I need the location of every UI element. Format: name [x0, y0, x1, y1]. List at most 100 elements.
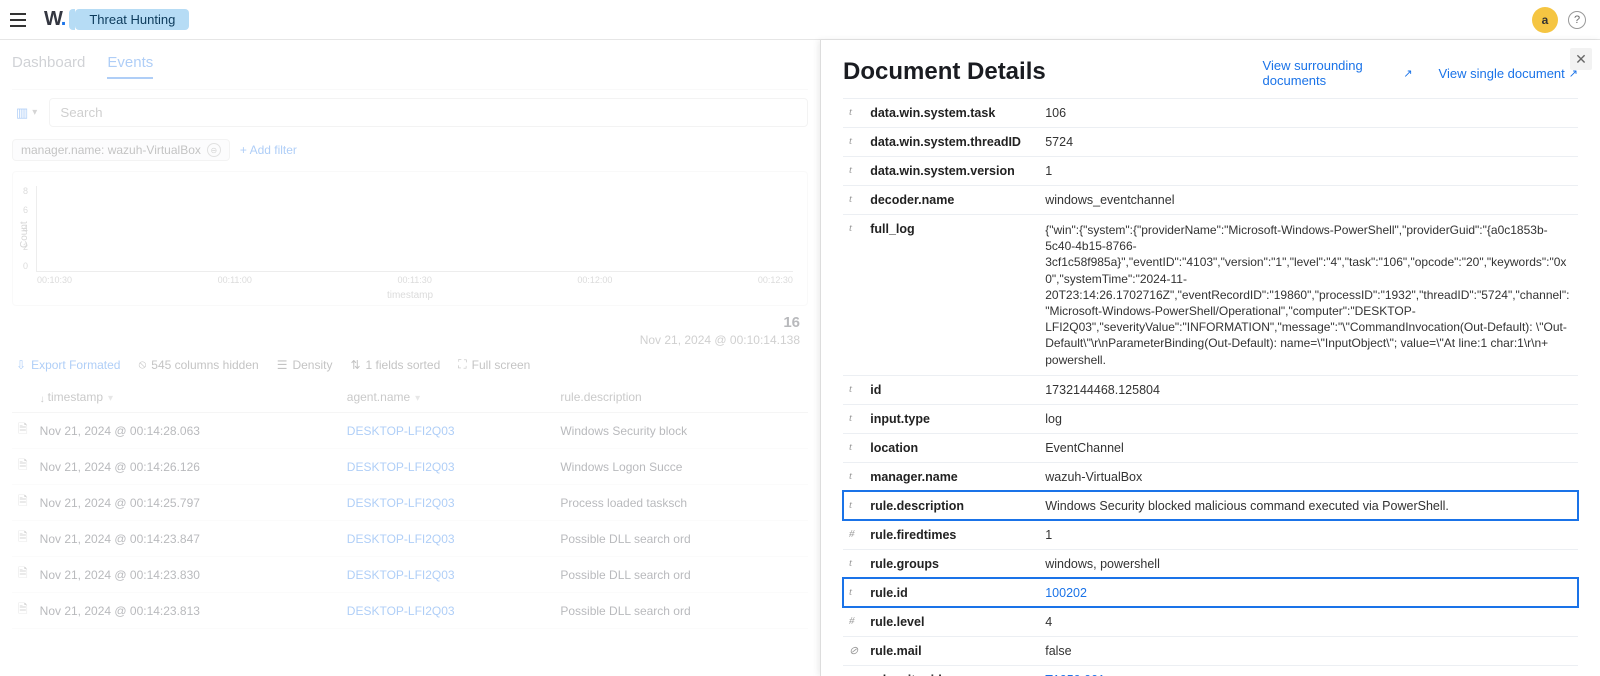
help-icon[interactable]: ?: [1568, 11, 1586, 29]
view-surrounding-link[interactable]: View surrounding documents↗: [1263, 58, 1413, 88]
query-language-toggle[interactable]: ▥▾: [12, 101, 41, 125]
tab-events[interactable]: Events: [107, 54, 153, 79]
field-type-icon: t: [843, 433, 864, 462]
app-logo[interactable]: W.: [44, 8, 65, 31]
doc-field-row: trule.mitre.idT1059.001: [843, 665, 1578, 676]
cell-agent-name[interactable]: DESKTOP-LFI2Q03: [341, 593, 555, 629]
cell-rule-description: Possible DLL search ord: [554, 593, 808, 629]
field-name: rule.description: [864, 491, 1039, 520]
field-name: rule.level: [864, 607, 1039, 636]
field-name: location: [864, 433, 1039, 462]
table-row[interactable]: 🗎Nov 21, 2024 @ 00:14:23.813DESKTOP-LFI2…: [12, 593, 808, 629]
inspect-icon[interactable]: 🗎: [12, 449, 34, 485]
field-type-icon: t: [843, 665, 864, 676]
filter-chip-manager-name[interactable]: manager.name: wazuh-VirtualBox ⊖: [12, 139, 230, 161]
col-rule-description[interactable]: rule.description: [554, 382, 808, 413]
field-type-icon: #: [843, 520, 864, 549]
inspect-icon[interactable]: 🗎: [12, 413, 34, 449]
sort-fields-button[interactable]: ⇅ 1 fields sorted: [350, 358, 440, 372]
field-name: manager.name: [864, 462, 1039, 491]
module-breadcrumb[interactable]: Threat Hunting: [75, 9, 189, 30]
field-name: full_log: [864, 215, 1039, 376]
search-input[interactable]: [49, 98, 808, 127]
table-row[interactable]: 🗎Nov 21, 2024 @ 00:14:23.830DESKTOP-LFI2…: [12, 557, 808, 593]
cell-rule-description: Possible DLL search ord: [554, 557, 808, 593]
fullscreen-button[interactable]: ⛶ Full screen: [458, 357, 530, 372]
pin-icon: ⊖: [207, 143, 221, 157]
export-button[interactable]: ⇩ Export Formated: [16, 358, 120, 372]
inspect-icon[interactable]: 🗎: [12, 521, 34, 557]
histogram-chart: Count 8 6 4 2 0 00:10:30 00:11:00 00:11:…: [12, 171, 808, 306]
field-type-icon: #: [843, 607, 864, 636]
field-type-icon: t: [843, 462, 864, 491]
field-name: rule.mail: [864, 636, 1039, 665]
field-type-icon: t: [843, 549, 864, 578]
field-name: rule.mitre.id: [864, 665, 1039, 676]
field-name: decoder.name: [864, 186, 1039, 215]
menu-icon[interactable]: [10, 8, 34, 32]
field-type-icon: t: [843, 157, 864, 186]
field-type-icon: t: [843, 578, 864, 607]
doc-field-row: trule.id100202: [843, 578, 1578, 607]
field-value: 1: [1039, 520, 1578, 549]
field-value: 5724: [1039, 128, 1578, 157]
field-value: 1: [1039, 157, 1578, 186]
close-flyout-button[interactable]: ✕: [1570, 48, 1592, 70]
field-value: {"win":{"system":{"providerName":"Micros…: [1039, 215, 1578, 376]
doc-field-row: ⊘rule.mailfalse: [843, 636, 1578, 665]
field-value: windows_eventchannel: [1039, 186, 1578, 215]
field-type-icon: t: [843, 215, 864, 376]
document-fields-table: tdata.win.system.task106tdata.win.system…: [843, 98, 1578, 676]
field-value: windows, powershell: [1039, 549, 1578, 578]
doc-field-row: tfull_log{"win":{"system":{"providerName…: [843, 215, 1578, 376]
field-value: 106: [1039, 99, 1578, 128]
inspect-icon[interactable]: 🗎: [12, 557, 34, 593]
table-row[interactable]: 🗎Nov 21, 2024 @ 00:14:25.797DESKTOP-LFI2…: [12, 485, 808, 521]
doc-field-row: trule.groupswindows, powershell: [843, 549, 1578, 578]
cell-agent-name[interactable]: DESKTOP-LFI2Q03: [341, 521, 555, 557]
eye-off-icon: ⦸: [138, 357, 146, 372]
cell-rule-description: Possible DLL search ord: [554, 521, 808, 557]
field-type-icon: t: [843, 128, 864, 157]
field-name: data.win.system.task: [864, 99, 1039, 128]
table-row[interactable]: 🗎Nov 21, 2024 @ 00:14:28.063DESKTOP-LFI2…: [12, 413, 808, 449]
columns-hidden-button[interactable]: ⦸ 545 columns hidden: [138, 357, 258, 372]
col-timestamp[interactable]: ↓timestamp▾: [34, 382, 341, 413]
cell-agent-name[interactable]: DESKTOP-LFI2Q03: [341, 413, 555, 449]
cell-timestamp: Nov 21, 2024 @ 00:14:26.126: [34, 449, 341, 485]
doc-field-row: #rule.level4: [843, 607, 1578, 636]
document-details-flyout: ✕ Document Details View surrounding docu…: [820, 40, 1600, 676]
cell-timestamp: Nov 21, 2024 @ 00:14:23.830: [34, 557, 341, 593]
user-avatar[interactable]: a: [1532, 7, 1558, 33]
add-filter-button[interactable]: + Add filter: [240, 143, 297, 157]
density-icon: ☰: [277, 358, 288, 372]
cell-rule-description: Windows Logon Succe: [554, 449, 808, 485]
cell-agent-name[interactable]: DESKTOP-LFI2Q03: [341, 449, 555, 485]
doc-field-row: tid1732144468.125804: [843, 375, 1578, 404]
table-row[interactable]: 🗎Nov 21, 2024 @ 00:14:26.126DESKTOP-LFI2…: [12, 449, 808, 485]
field-value: Windows Security blocked malicious comma…: [1039, 491, 1578, 520]
cell-rule-description: Process loaded tasksch: [554, 485, 808, 521]
external-link-icon: ↗: [1403, 67, 1412, 80]
sort-icon: ⇅: [350, 358, 360, 372]
cell-agent-name[interactable]: DESKTOP-LFI2Q03: [341, 485, 555, 521]
flyout-title: Document Details: [843, 58, 1046, 86]
field-value[interactable]: T1059.001: [1039, 665, 1578, 676]
cell-agent-name[interactable]: DESKTOP-LFI2Q03: [341, 557, 555, 593]
inspect-icon[interactable]: 🗎: [12, 485, 34, 521]
fullscreen-icon: ⛶: [458, 357, 466, 372]
doc-field-row: tdata.win.system.threadID5724: [843, 128, 1578, 157]
field-name: id: [864, 375, 1039, 404]
view-single-link[interactable]: View single document↗: [1439, 58, 1578, 88]
doc-field-row: #rule.firedtimes1: [843, 520, 1578, 549]
field-value[interactable]: 100202: [1039, 578, 1578, 607]
table-row[interactable]: 🗎Nov 21, 2024 @ 00:14:23.847DESKTOP-LFI2…: [12, 521, 808, 557]
doc-field-row: tdata.win.system.task106: [843, 99, 1578, 128]
inspect-icon[interactable]: 🗎: [12, 593, 34, 629]
cell-timestamp: Nov 21, 2024 @ 00:14:23.813: [34, 593, 341, 629]
density-button[interactable]: ☰ Density: [277, 358, 333, 372]
field-name: input.type: [864, 404, 1039, 433]
col-agent-name[interactable]: agent.name▾: [341, 382, 555, 413]
field-value: log: [1039, 404, 1578, 433]
tab-dashboard[interactable]: Dashboard: [12, 54, 85, 79]
